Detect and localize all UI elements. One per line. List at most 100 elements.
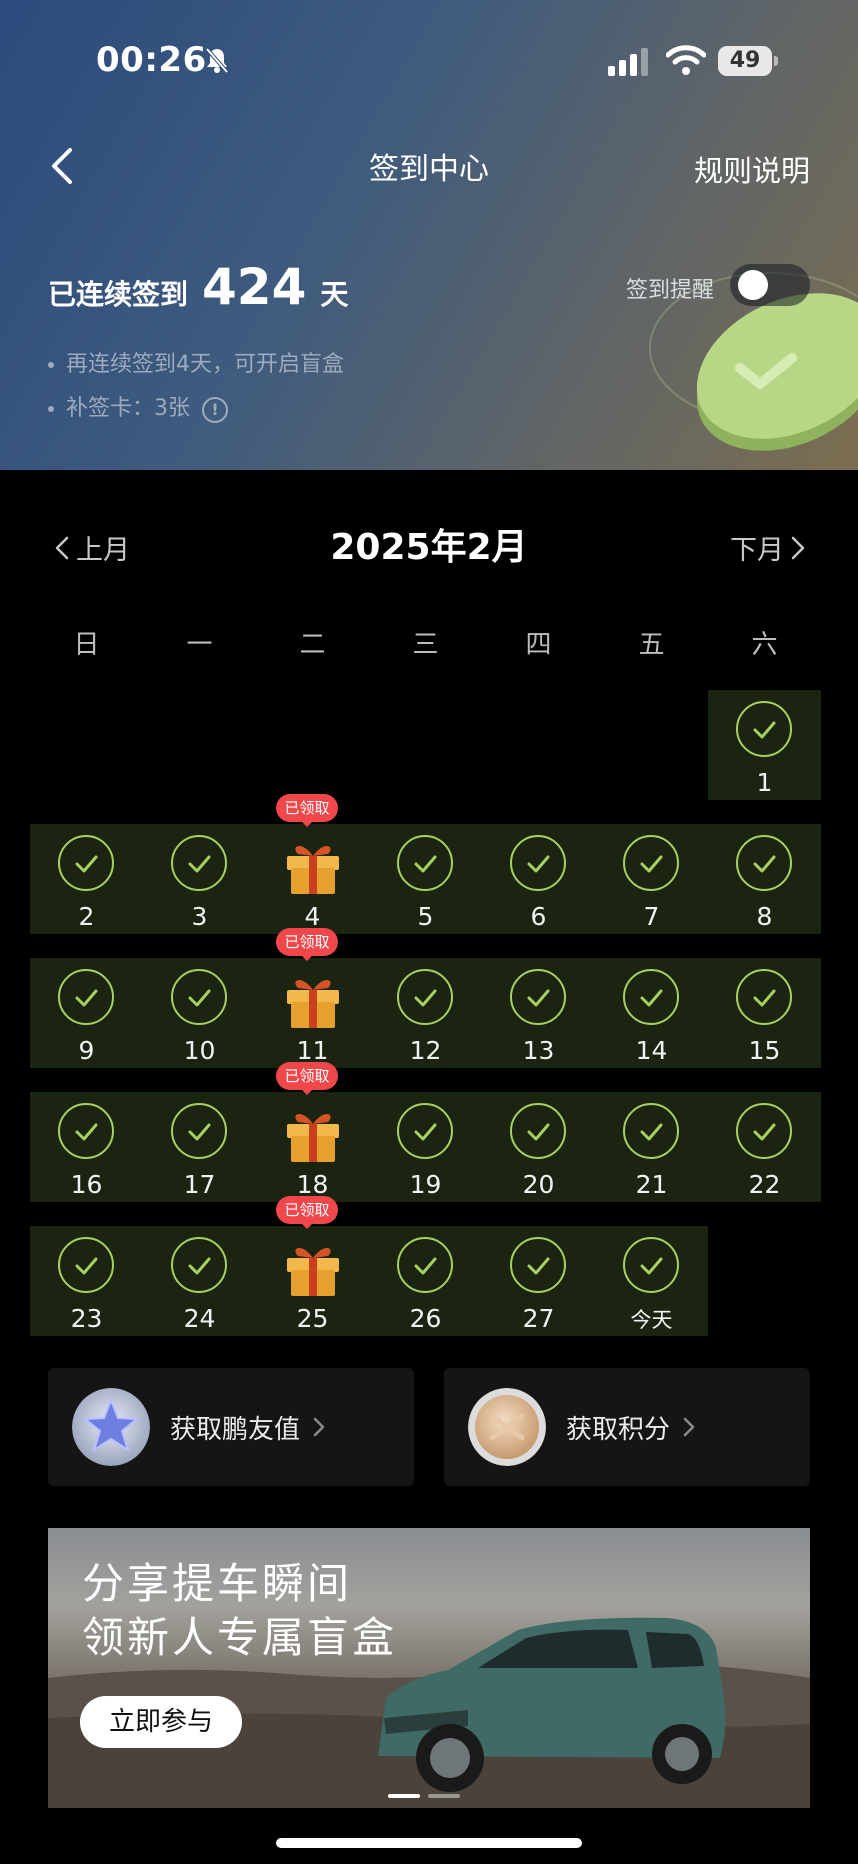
weekday-label: 一 xyxy=(186,630,213,660)
calendar-day-number: 6 xyxy=(530,902,547,931)
calendar-day[interactable]: 已领取 4 xyxy=(256,794,369,934)
get-points-card[interactable]: 获取积分 xyxy=(444,1368,810,1486)
calendar-day[interactable]: 6 xyxy=(482,824,595,934)
carousel-dot[interactable] xyxy=(428,1794,460,1798)
calendar-day-number: 19 xyxy=(409,1170,442,1199)
info-makeup-card: 补签卡：3张! xyxy=(48,390,228,423)
calendar-day[interactable]: 26 xyxy=(369,1226,482,1336)
calendar-day[interactable]: 2 xyxy=(30,824,143,934)
streak-prefix: 已连续签到 xyxy=(48,278,189,311)
weekday-label: 日 xyxy=(73,630,100,660)
checked-in-icon xyxy=(58,969,114,1025)
claimed-badge-label: 已领取 xyxy=(276,928,338,956)
calendar-day[interactable]: 9 xyxy=(30,958,143,1068)
calendar-day-number: 20 xyxy=(522,1170,555,1199)
claimed-badge: 已领取 xyxy=(276,794,338,827)
checked-in-icon xyxy=(58,835,114,891)
calendar-day-number: 12 xyxy=(409,1036,442,1065)
checked-in-icon xyxy=(623,835,679,891)
calendar-day[interactable]: 1 xyxy=(708,690,821,800)
gift-box-icon xyxy=(287,1247,339,1296)
calendar-day-number: 21 xyxy=(635,1170,668,1199)
calendar-day[interactable]: 17 xyxy=(143,1092,256,1202)
calendar-day-number: 1 xyxy=(756,768,773,797)
calendar-day[interactable]: 16 xyxy=(30,1092,143,1202)
info-blindbox: 再连续签到4天，可开启盲盒 xyxy=(48,346,344,378)
calendar-day-number: 3 xyxy=(191,902,208,931)
checked-in-icon xyxy=(171,1237,227,1293)
header: 00:26 49 签到中心 规则说明 已连续签到 424 天 签到提醒 再连续签… xyxy=(0,0,858,470)
info-makeup-card-text: 补签卡：3张 xyxy=(66,396,190,421)
info-circle-icon[interactable]: ! xyxy=(202,397,228,423)
next-month-button[interactable]: 下月 xyxy=(730,528,806,567)
claimed-badge: 已领取 xyxy=(276,1196,338,1229)
calendar-day[interactable]: 27 xyxy=(482,1226,595,1336)
checked-in-icon xyxy=(510,835,566,891)
calendar-day[interactable]: 7 xyxy=(595,824,708,934)
calendar-day-number: 7 xyxy=(643,902,660,931)
reminder-label: 签到提醒 xyxy=(626,278,715,303)
get-friend-points-card[interactable]: 获取鹏友值 xyxy=(48,1368,414,1486)
cellular-signal-icon xyxy=(608,48,648,76)
calendar-day[interactable]: 已领取 25 xyxy=(256,1196,369,1336)
calendar-day-number: 今天 xyxy=(630,1308,673,1332)
info-blindbox-text: 再连续签到4天，可开启盲盒 xyxy=(66,352,344,377)
calendar-day[interactable]: 19 xyxy=(369,1092,482,1202)
calendar-day-number: 17 xyxy=(183,1170,216,1199)
reminder-toggle[interactable] xyxy=(730,264,810,306)
checked-in-icon xyxy=(736,835,792,891)
rules-link[interactable]: 规则说明 xyxy=(694,148,810,190)
home-indicator[interactable] xyxy=(276,1838,582,1848)
join-now-button[interactable]: 立即参与 xyxy=(80,1696,242,1748)
checked-in-icon xyxy=(736,701,792,757)
weekday-label: 三 xyxy=(412,630,439,660)
checked-in-icon xyxy=(171,1103,227,1159)
calendar-day[interactable]: 5 xyxy=(369,824,482,934)
calendar-day[interactable]: 23 xyxy=(30,1226,143,1336)
card-label: 获取鹏友值 xyxy=(170,1414,301,1445)
banner-headline-1: 分享提车瞬间 xyxy=(82,1559,353,1608)
weekday-label: 二 xyxy=(299,630,326,660)
calendar-day[interactable]: 今天 xyxy=(595,1226,708,1336)
calendar-day[interactable]: 22 xyxy=(708,1092,821,1202)
calendar-day[interactable]: 10 xyxy=(143,958,256,1068)
checked-in-icon xyxy=(623,1237,679,1293)
calendar-day-number: 8 xyxy=(756,902,773,931)
toggle-knob xyxy=(738,270,768,300)
checked-in-icon xyxy=(510,1237,566,1293)
calendar-day[interactable]: 12 xyxy=(369,958,482,1068)
calendar-day[interactable]: 3 xyxy=(143,824,256,934)
checked-in-icon xyxy=(397,969,453,1025)
calendar-day[interactable]: 8 xyxy=(708,824,821,934)
checked-in-icon xyxy=(736,1103,792,1159)
carousel-indicator xyxy=(388,1794,460,1798)
calendar-day[interactable]: 已领取 18 xyxy=(256,1062,369,1202)
calendar-day[interactable]: 已领取 11 xyxy=(256,928,369,1068)
checked-in-icon xyxy=(58,1103,114,1159)
calendar-day[interactable]: 14 xyxy=(595,958,708,1068)
gift-box-icon xyxy=(287,845,339,894)
wifi-icon xyxy=(666,45,706,75)
calendar-day-number: 27 xyxy=(522,1304,555,1333)
calendar-day[interactable]: 13 xyxy=(482,958,595,1068)
calendar-day-number: 16 xyxy=(70,1170,103,1199)
calendar-day[interactable]: 24 xyxy=(143,1226,256,1336)
calendar-day[interactable]: 15 xyxy=(708,958,821,1068)
checked-in-icon xyxy=(171,835,227,891)
card-label: 获取积分 xyxy=(566,1414,671,1445)
weekday-label: 五 xyxy=(638,630,665,660)
calendar-day[interactable]: 21 xyxy=(595,1092,708,1202)
chevron-right-icon xyxy=(791,536,805,559)
carousel-dot-active xyxy=(388,1794,420,1798)
calendar-day-number: 22 xyxy=(748,1170,781,1199)
chevron-right-icon xyxy=(683,1417,695,1437)
banner-headline-2: 领新人专属盲盒 xyxy=(82,1613,398,1662)
promo-banner[interactable]: 分享提车瞬间 领新人专属盲盒 立即参与 xyxy=(48,1528,810,1808)
calendar-day-number: 11 xyxy=(296,1036,329,1065)
checked-in-icon xyxy=(397,835,453,891)
star-crystal-icon xyxy=(72,1388,150,1466)
streak-summary: 已连续签到 424 天 xyxy=(48,258,348,316)
calendar-day-number: 25 xyxy=(296,1304,329,1333)
battery-icon: 49 xyxy=(718,46,778,78)
calendar-day[interactable]: 20 xyxy=(482,1092,595,1202)
